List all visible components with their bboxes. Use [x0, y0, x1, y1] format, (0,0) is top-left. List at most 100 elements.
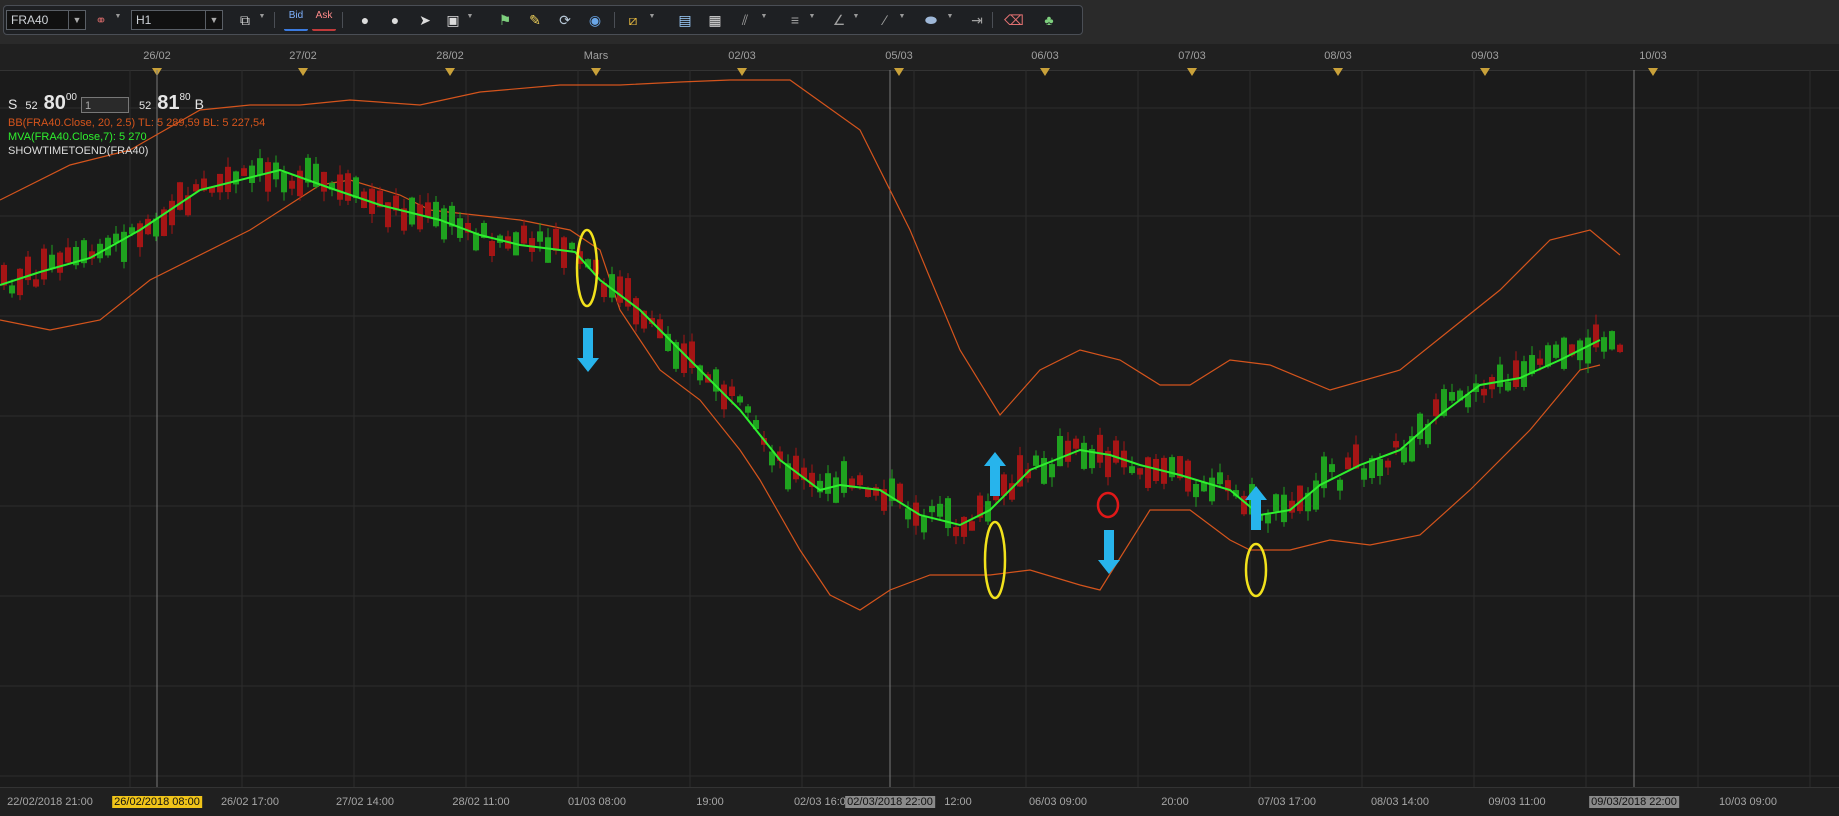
quantity-stepper[interactable]: 1 [80, 97, 129, 113]
tree-icon[interactable]: ♣ [1040, 11, 1058, 29]
trend-lines-icon[interactable]: ⫽ [736, 11, 754, 29]
shape-icon[interactable]: ⬬ [922, 11, 940, 29]
toolbar: FRA40 ▼ ⚭ ▼ H1 ▼ ⧉ ▼ Bid Ask ● ● ➤ ▣ ▼ ⚑… [0, 0, 1839, 44]
note-icon[interactable]: ✎ [526, 11, 544, 29]
candle-body [825, 473, 831, 494]
profile-icon[interactable]: ● [356, 11, 374, 29]
candle-body [633, 298, 639, 325]
list-icon[interactable]: ≡ [786, 11, 804, 29]
candle-body [569, 242, 575, 250]
indent-icon[interactable]: ⇥ [968, 11, 986, 29]
candle-body [961, 516, 967, 537]
chevron-down-icon[interactable]: ▼ [258, 13, 266, 20]
pen-icon[interactable]: ∠ [830, 11, 848, 29]
profile-add-icon[interactable]: ● [386, 11, 404, 29]
chevron-down-icon[interactable]: ▼ [808, 13, 816, 20]
chevron-down-icon[interactable]: ▼ [760, 13, 768, 20]
candle-body [489, 240, 495, 257]
showtime-legend[interactable]: SHOWTIMETOEND(FRA40) [8, 144, 265, 158]
candle-body [1505, 381, 1511, 391]
candle-body [1097, 434, 1103, 463]
sell-price-sup: 00 [65, 92, 77, 103]
candle-body [1545, 345, 1551, 367]
candle-body [217, 173, 223, 193]
brush-icon[interactable]: ∕ [876, 11, 894, 29]
time-label: 20:00 [1161, 796, 1189, 808]
link-icon[interactable]: ⚭ [92, 11, 110, 29]
toolbar-separator [342, 12, 343, 28]
candle-body [1049, 464, 1055, 478]
time-label: 06/03 09:00 [1028, 796, 1088, 808]
time-label: 19:00 [696, 796, 724, 808]
instrument-value: FRA40 [11, 13, 49, 27]
chevron-down-icon[interactable]: ▼ [946, 13, 954, 20]
instrument-select[interactable]: FRA40 ▼ [6, 10, 86, 30]
buy-price-big[interactable]: 81 [157, 92, 179, 115]
candle-body [1609, 331, 1615, 350]
candle-body [1617, 344, 1623, 353]
ruler-icon[interactable]: ⧄ [624, 11, 642, 29]
candle-body [1073, 438, 1079, 449]
candle-body [1345, 457, 1351, 470]
date-label: 26/02 [143, 50, 171, 62]
mva-legend[interactable]: MVA(FRA40.Close,7): 5 270 [8, 130, 265, 144]
chevron-down-icon[interactable]: ▼ [852, 13, 860, 20]
image-icon[interactable]: ▤ [676, 11, 694, 29]
candle-body [1081, 442, 1087, 469]
time-axis: 22/02/2018 21:00 26/02/2018 08:00 26/02 17… [0, 787, 1839, 816]
bid-button[interactable]: Bid [284, 9, 308, 31]
window-icon[interactable]: ▦ [706, 11, 724, 29]
refresh-icon[interactable]: ⟳ [556, 11, 574, 29]
date-label: 28/02 [436, 50, 464, 62]
candle-body [537, 231, 543, 242]
chevron-down-icon[interactable]: ▼ [205, 11, 222, 29]
date-label: 09/03 [1471, 50, 1499, 62]
candle-body [1497, 364, 1503, 387]
time-label: 02/03/2018 22:00 [845, 796, 935, 808]
candle-body [945, 498, 951, 529]
time-label: 07/03 17:00 [1257, 796, 1317, 808]
chevron-down-icon[interactable]: ▼ [114, 13, 122, 20]
candle-body [1297, 485, 1303, 512]
candle-body [1273, 494, 1279, 512]
eraser-icon[interactable]: ⌫ [1004, 11, 1024, 29]
cursor-icon[interactable]: ➤ [416, 11, 434, 29]
date-label: 07/03 [1178, 50, 1206, 62]
chevron-down-icon[interactable]: ▼ [466, 13, 474, 20]
candle-body [1553, 344, 1559, 358]
flag-icon[interactable]: ⚑ [496, 11, 514, 29]
time-label: 08/03 14:00 [1370, 796, 1430, 808]
candle-body [681, 343, 687, 373]
candle-body [1113, 440, 1119, 463]
candle-body [729, 386, 735, 397]
candle-body [833, 477, 839, 503]
candle-body [617, 276, 623, 303]
candle-body [609, 274, 615, 298]
time-label: 26/02/2018 08:00 [112, 796, 202, 808]
candle-body [297, 170, 303, 197]
timeframe-select[interactable]: H1 ▼ [131, 10, 223, 30]
candle-body [41, 248, 47, 280]
candle-body [137, 223, 143, 248]
toolbar-separator [992, 12, 993, 28]
frame-icon[interactable]: ▣ [444, 11, 462, 29]
chevron-down-icon[interactable]: ▼ [898, 13, 906, 20]
globe-icon[interactable]: ◉ [586, 11, 604, 29]
candle-body [337, 174, 343, 200]
chart-type-icon[interactable]: ⧉ [236, 11, 254, 29]
bb-legend[interactable]: BB(FRA40.Close, 20, 2.5) TL: 5 289,59 BL… [8, 116, 265, 130]
chart-area[interactable] [0, 70, 1839, 787]
chevron-down-icon[interactable]: ▼ [68, 11, 85, 29]
candle-body [49, 254, 55, 269]
candle-body [1585, 337, 1591, 364]
candle-body [169, 200, 175, 226]
candle-body [1041, 457, 1047, 484]
chevron-down-icon[interactable]: ▼ [648, 13, 656, 20]
ask-button[interactable]: Ask [312, 9, 336, 31]
sell-price-big[interactable]: 80 [44, 92, 66, 115]
sell-label: S [8, 96, 18, 112]
time-label: 27/02 14:00 [335, 796, 395, 808]
time-label: 12:00 [944, 796, 972, 808]
timeframe-value: H1 [136, 13, 152, 27]
arrow-down-icon [1098, 530, 1120, 574]
